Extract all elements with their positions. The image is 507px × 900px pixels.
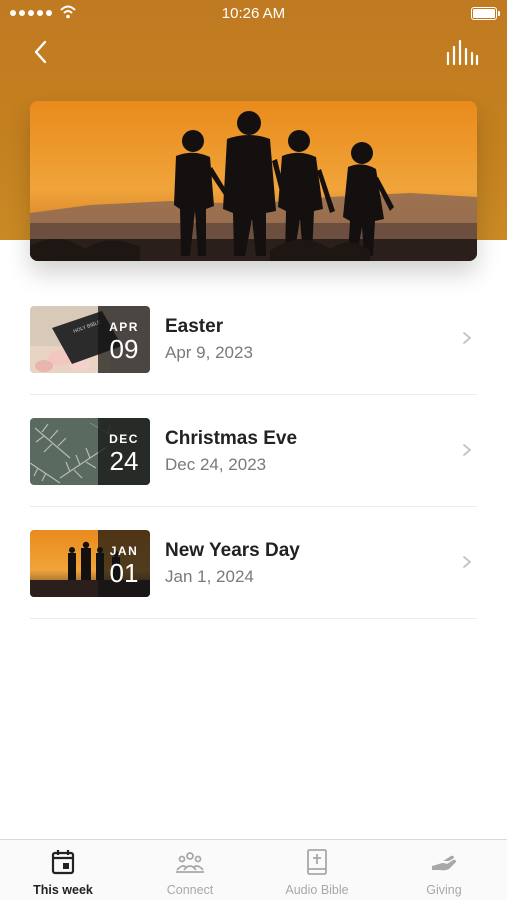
tab-audio-bible[interactable]: Audio Bible xyxy=(254,840,380,900)
event-thumbnail: DEC 24 xyxy=(30,418,150,485)
bible-icon xyxy=(307,849,327,875)
badge-month: JAN xyxy=(109,544,139,558)
sunset-family-image xyxy=(30,101,477,261)
badge-month: APR xyxy=(109,320,139,334)
tab-label: Audio Bible xyxy=(285,883,349,897)
battery-icon xyxy=(471,7,500,20)
tab-label: Giving xyxy=(426,883,462,897)
back-button[interactable] xyxy=(26,36,58,68)
tab-bar: This week Connect Audio Bible Giving xyxy=(0,839,507,900)
status-time: 10:26 AM xyxy=(221,5,286,22)
badge-month: DEC xyxy=(109,432,139,446)
list-item[interactable]: HOLY BIBLE APR 09 Easter Apr 9, 2023 xyxy=(30,283,477,395)
event-date: Apr 9, 2023 xyxy=(165,343,253,362)
list-item[interactable]: DEC 24 Christmas Eve Dec 24, 2023 xyxy=(30,395,477,507)
list-item[interactable]: JAN 01 New Years Day Jan 1, 2024 xyxy=(30,507,477,619)
date-badge: JAN 01 xyxy=(98,530,150,597)
event-date: Jan 1, 2024 xyxy=(165,567,254,586)
badge-day: 09 xyxy=(109,334,139,364)
event-title: Easter xyxy=(165,316,224,337)
status-bar: 10:26 AM xyxy=(0,0,507,28)
event-title: New Years Day xyxy=(165,540,300,561)
date-badge: APR 09 xyxy=(98,306,150,373)
people-icon xyxy=(176,852,204,873)
event-thumbnail: HOLY BIBLE APR 09 xyxy=(30,306,150,373)
event-date: Dec 24, 2023 xyxy=(165,455,267,474)
audio-bars-icon[interactable] xyxy=(445,38,479,68)
hero-image xyxy=(30,101,477,261)
badge-day: 24 xyxy=(109,446,139,476)
giving-hand-icon xyxy=(432,855,456,871)
tab-label: Connect xyxy=(166,883,214,897)
event-list: HOLY BIBLE APR 09 Easter Apr 9, 2023 DEC… xyxy=(30,283,477,619)
chevron-right-icon xyxy=(463,444,472,456)
chevron-right-icon xyxy=(463,332,472,344)
tab-giving[interactable]: Giving xyxy=(381,840,507,900)
date-badge: DEC 24 xyxy=(98,418,150,485)
calendar-icon xyxy=(51,850,75,875)
tab-connect[interactable]: Connect xyxy=(127,840,253,900)
badge-day: 01 xyxy=(109,558,139,588)
chevron-right-icon xyxy=(463,556,472,568)
event-title: Christmas Eve xyxy=(165,428,298,449)
tab-this-week[interactable]: This week xyxy=(0,840,126,900)
tab-label: This week xyxy=(33,883,93,897)
event-thumbnail: JAN 01 xyxy=(30,530,150,597)
